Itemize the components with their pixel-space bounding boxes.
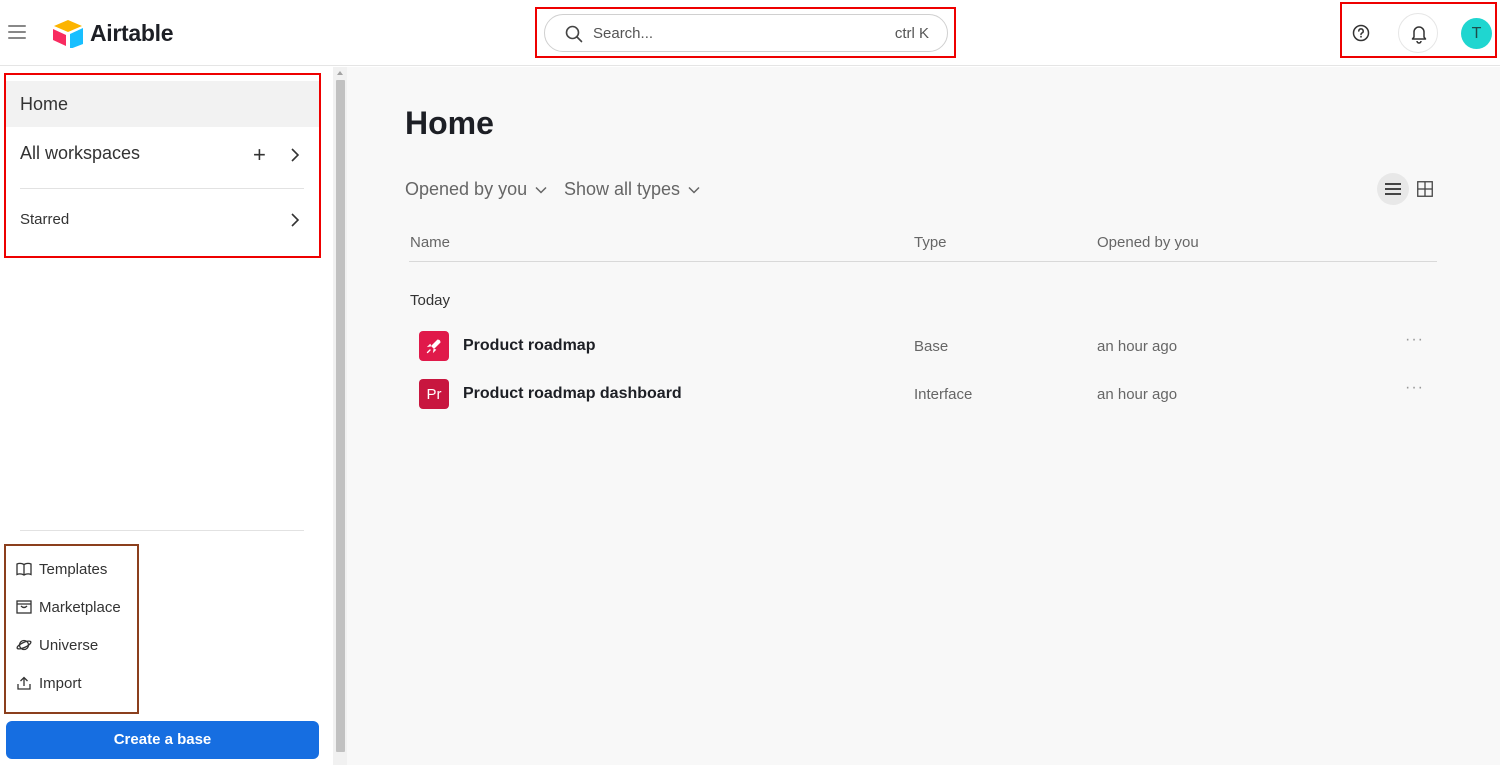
row-name[interactable]: Product roadmap dashboard	[463, 385, 682, 403]
column-header-type[interactable]: Type	[914, 234, 947, 251]
group-label-today: Today	[410, 292, 451, 309]
top-bar: Airtable Search... ctrl K T	[0, 0, 1500, 66]
type-filter[interactable]: Show all types	[564, 179, 700, 200]
sidebar-scroll-thumb[interactable]	[336, 80, 345, 752]
column-header-name[interactable]: Name	[410, 234, 450, 251]
list-view-toggle[interactable]	[1377, 173, 1409, 205]
rocket-icon	[419, 331, 449, 361]
bell-icon	[1411, 26, 1427, 44]
chevron-down-icon	[688, 186, 700, 194]
sidebar-item-home[interactable]: Home	[6, 81, 319, 127]
avatar[interactable]: T	[1461, 18, 1492, 49]
search-shortcut: ctrl K	[894, 25, 929, 42]
grid-view-icon[interactable]	[1417, 181, 1433, 197]
search-placeholder: Search...	[593, 25, 654, 42]
sidebar-tools-highlight-box	[4, 544, 139, 714]
scroll-up-arrow-icon[interactable]	[337, 71, 343, 75]
chevron-right-icon[interactable]	[289, 212, 301, 228]
search-input[interactable]: Search... ctrl K	[544, 14, 948, 52]
menu-icon[interactable]	[8, 25, 26, 41]
logo-text: Airtable	[90, 19, 174, 46]
chevron-right-icon[interactable]	[289, 147, 301, 163]
more-options-icon[interactable]: ···	[1405, 379, 1424, 397]
main-content: Home Opened by you Show all types Name T…	[347, 67, 1500, 765]
sidebar-divider	[20, 188, 304, 189]
search-icon	[565, 25, 583, 43]
table-row[interactable]: Pr Product roadmap dashboard Interface a…	[409, 375, 1437, 415]
notifications-button[interactable]	[1398, 13, 1438, 53]
airtable-logo-icon	[53, 20, 83, 48]
column-header-opened[interactable]: Opened by you	[1097, 234, 1199, 251]
sidebar-item-starred[interactable]: Starred	[20, 211, 69, 228]
interface-icon: Pr	[419, 379, 449, 409]
row-type: Base	[914, 338, 949, 355]
airtable-logo[interactable]: Airtable	[51, 18, 174, 48]
more-options-icon[interactable]: ···	[1405, 331, 1424, 349]
type-filter-label: Show all types	[564, 179, 681, 199]
row-type: Interface	[914, 386, 973, 403]
help-icon[interactable]	[1349, 21, 1373, 45]
add-workspace-icon[interactable]: +	[253, 144, 266, 166]
row-opened-time: an hour ago	[1097, 386, 1178, 403]
chevron-down-icon	[535, 186, 547, 194]
row-opened-time: an hour ago	[1097, 338, 1178, 355]
create-base-button[interactable]: Create a base	[6, 721, 319, 759]
page-title: Home	[405, 105, 494, 141]
table-header-divider	[409, 261, 1437, 262]
table-row[interactable]: Product roadmap Base an hour ago ···	[409, 327, 1437, 367]
opened-by-filter-label: Opened by you	[405, 179, 528, 199]
sidebar-item-all-workspaces[interactable]: All workspaces	[20, 143, 140, 164]
sidebar-bottom-divider	[20, 530, 304, 531]
opened-by-filter[interactable]: Opened by you	[405, 179, 547, 200]
row-name[interactable]: Product roadmap	[463, 337, 595, 355]
